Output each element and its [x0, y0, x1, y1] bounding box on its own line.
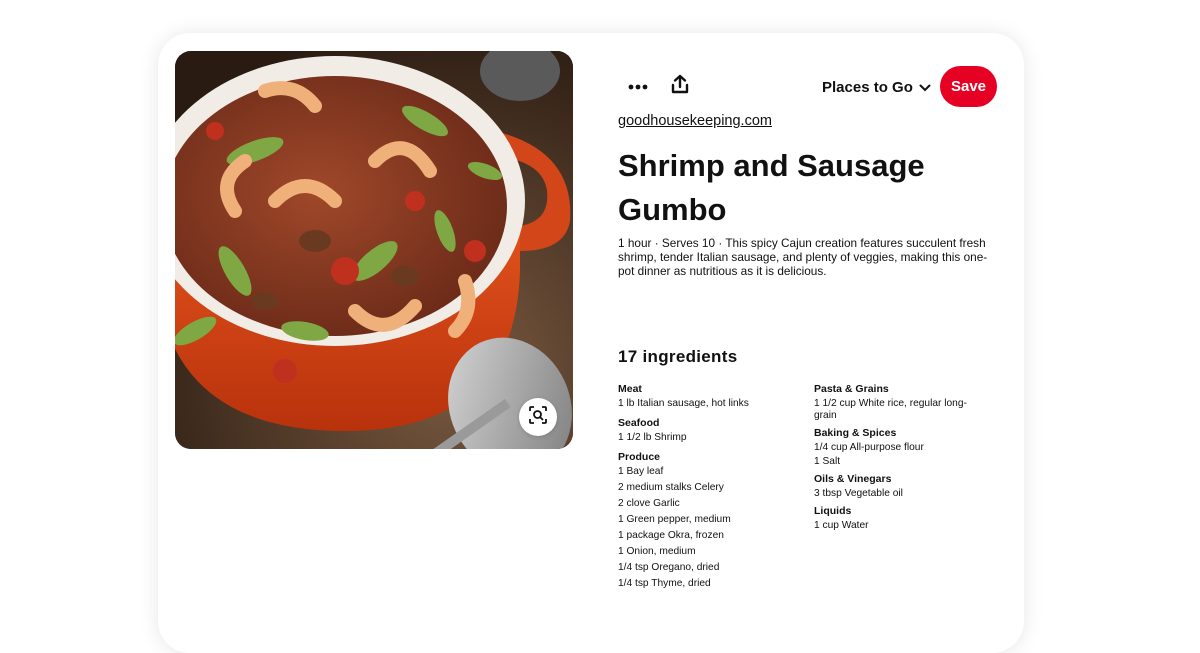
- share-button[interactable]: [660, 66, 700, 106]
- pin-image[interactable]: [175, 51, 573, 449]
- ingredient-item: 1 1/2 lb Shrimp: [618, 432, 687, 443]
- share-icon: [671, 74, 689, 99]
- ingredient-item: 1 1/2 cup White rice, regular long-grain: [814, 398, 967, 421]
- ingredient-category: Liquids: [814, 505, 852, 517]
- ingredient-group: Pasta & Grains 1 1/2 cup White rice, reg…: [814, 382, 984, 422]
- visual-search-button[interactable]: [519, 398, 557, 436]
- ingredients-column-left: Meat 1 lb Italian sausage, hot links Sea…: [618, 380, 788, 592]
- ingredient-item: 1 package Okra, frozen: [618, 530, 724, 541]
- pin-title: Shrimp and Sausage Gumbo: [618, 148, 925, 227]
- ingredient-item: 1 Green pepper, medium: [618, 514, 731, 525]
- ingredient-item: 1/4 cup All-purpose flour: [814, 442, 924, 453]
- ingredient-item: 1 Onion, medium: [618, 546, 696, 557]
- ingredient-item: 1 cup Water: [814, 520, 869, 531]
- ingredient-group: Liquids 1 cup Water: [814, 504, 984, 532]
- board-name: Places to Go: [822, 78, 913, 96]
- ingredient-item: 3 tbsp Vegetable oil: [814, 488, 903, 499]
- ingredient-item: 1/4 tsp Thyme, dried: [618, 578, 711, 589]
- source-link[interactable]: goodhousekeeping.com: [618, 113, 772, 129]
- more-options-button[interactable]: [618, 66, 658, 106]
- ingredient-category: Meat: [618, 383, 642, 395]
- ellipsis-icon: [628, 77, 648, 95]
- ingredient-category: Pasta & Grains: [814, 383, 889, 395]
- ingredient-category: Baking & Spices: [814, 427, 897, 439]
- ingredients-column-right: Pasta & Grains 1 1/2 cup White rice, reg…: [814, 380, 984, 534]
- ingredient-item: 1/4 tsp Oregano, dried: [618, 562, 720, 573]
- lens-icon: [528, 405, 548, 430]
- ingredients-heading: 17 ingredients: [618, 347, 738, 366]
- gumbo-photo: [175, 51, 573, 449]
- ingredient-item: 1 lb Italian sausage, hot links: [618, 398, 749, 409]
- ingredient-group: Baking & Spices 1/4 cup All-purpose flou…: [814, 426, 984, 468]
- pin-description: 1 hour · Serves 10 · This spicy Cajun cr…: [618, 236, 988, 278]
- ingredient-group: Produce 1 Bay leaf 2 medium stalks Celer…: [618, 450, 788, 592]
- ingredient-item: 2 clove Garlic: [618, 498, 680, 509]
- ingredient-item: 1 Bay leaf: [618, 466, 664, 477]
- chevron-down-icon: [919, 79, 931, 96]
- ingredient-group: Oils & Vinegars 3 tbsp Vegetable oil: [814, 472, 984, 500]
- ingredient-group: Seafood 1 1/2 lb Shrimp: [618, 416, 788, 446]
- ingredient-category: Seafood: [618, 417, 660, 429]
- ingredient-category: Produce: [618, 451, 661, 463]
- ingredient-item: 1 Salt: [814, 456, 841, 467]
- ingredient-category: Oils & Vinegars: [814, 473, 892, 485]
- ingredient-group: Meat 1 lb Italian sausage, hot links: [618, 382, 788, 412]
- ingredient-item: 2 medium stalks Celery: [618, 482, 724, 493]
- board-dropdown[interactable]: Places to Go: [822, 74, 931, 100]
- save-button[interactable]: Save: [940, 66, 997, 107]
